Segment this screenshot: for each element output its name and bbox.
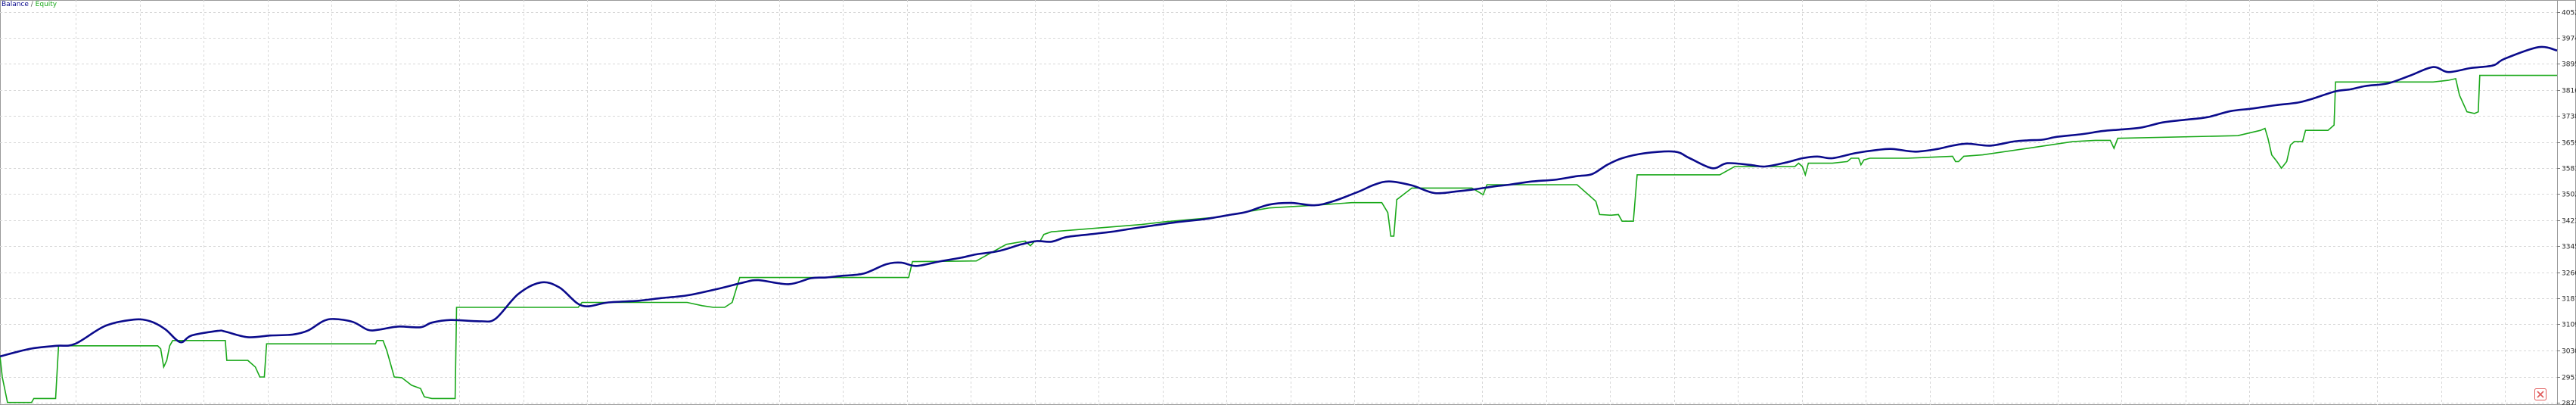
y-tick-label: 3816 <box>2562 88 2576 95</box>
y-tick-label: 3187 <box>2562 296 2576 304</box>
y-tick-label: 3895 <box>2562 61 2576 69</box>
y-tick-label: 3266 <box>2562 270 2576 278</box>
series-lines <box>0 45 2558 403</box>
y-tick-label: 3345 <box>2562 244 2576 251</box>
series-line-balance <box>0 45 2558 358</box>
y-tick-label: 2951 <box>2562 375 2576 382</box>
y-axis-tick-labels: 4052 3974 3895 3816 3738 3659 3581 3502 3423 3345… <box>2557 10 2576 405</box>
y-tick-label: 4052 <box>2562 10 2576 17</box>
y-tick-label: 3109 <box>2562 322 2576 329</box>
y-tick-label: 3581 <box>2562 166 2576 173</box>
y-tick-label: 3502 <box>2562 192 2576 199</box>
chart-legend: Balance / Equity <box>2 1 57 9</box>
autoscroll-icon[interactable] <box>2534 388 2546 400</box>
legend-equity-label: Equity <box>35 1 57 8</box>
y-tick-label: 3738 <box>2562 114 2576 121</box>
legend-separator: / <box>28 1 36 8</box>
y-tick-label: 3423 <box>2562 218 2576 226</box>
y-tick-label: 2873 <box>2562 400 2576 405</box>
legend-balance-label: Balance <box>2 1 29 8</box>
y-tick-label: 3030 <box>2562 348 2576 356</box>
y-tick-label: 3974 <box>2562 36 2576 43</box>
balance-equity-chart: 4052 3974 3895 3816 3738 3659 3581 3502 3423 3345… <box>0 0 2576 405</box>
y-tick-label: 3659 <box>2562 140 2576 148</box>
series-line-equity <box>0 74 2557 403</box>
